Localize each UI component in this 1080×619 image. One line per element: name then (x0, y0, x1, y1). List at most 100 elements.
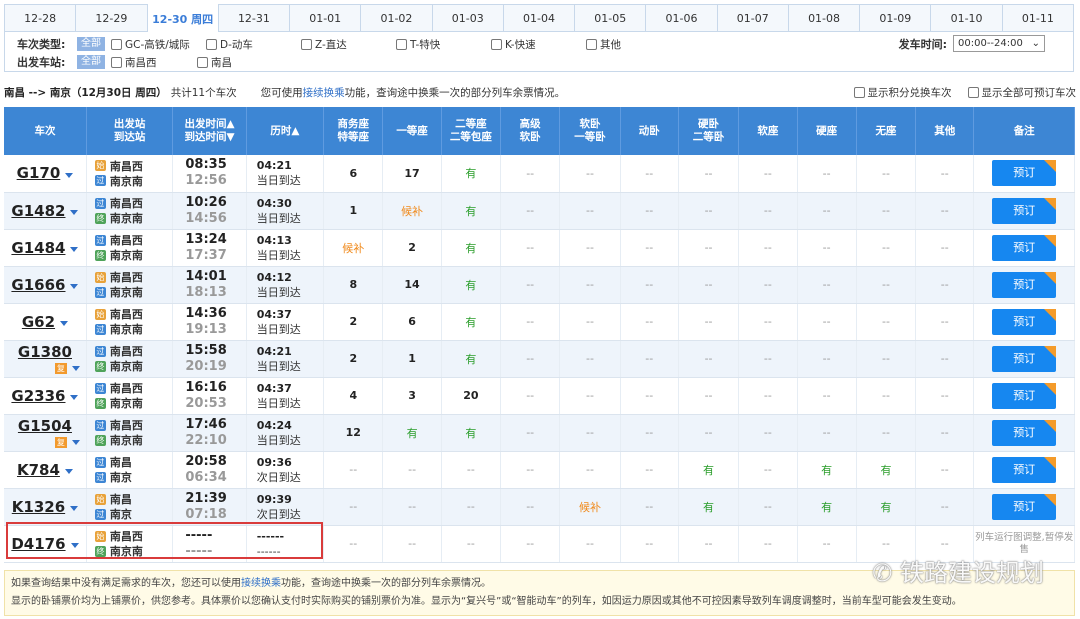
station-all-button[interactable]: 全部 (77, 55, 105, 69)
train-number-link[interactable]: G1504 (18, 417, 72, 435)
book-button[interactable]: 预订 (992, 160, 1057, 187)
train-number-link[interactable]: G170 (17, 164, 61, 182)
seat-availability[interactable]: 候补 (579, 501, 601, 514)
train-type-checkbox[interactable]: 其他 (586, 37, 646, 52)
seat-cell: -- (559, 340, 621, 378)
book-button[interactable]: 预订 (992, 308, 1057, 335)
book-button[interactable]: 预订 (992, 382, 1057, 409)
col-times[interactable]: 出发时间▲ 到达时间▼ (172, 107, 247, 155)
chevron-down-icon[interactable] (70, 395, 79, 400)
chevron-down-icon[interactable] (60, 321, 69, 326)
station-checkbox[interactable]: 南昌西 (111, 55, 187, 70)
date-tab[interactable]: 01-10 (931, 5, 1003, 31)
notice-transfer-link[interactable]: 接续换乘 (241, 578, 281, 589)
date-tab[interactable]: 12-31 (219, 5, 291, 31)
chevron-down-icon[interactable] (70, 247, 79, 252)
book-button[interactable]: 预订 (992, 345, 1057, 372)
book-button[interactable]: 预订 (992, 456, 1057, 483)
date-tab[interactable]: 01-02 (361, 5, 433, 31)
seat-availability: 有 (821, 500, 833, 514)
book-button[interactable]: 预订 (992, 419, 1057, 446)
seat-cell: -- (678, 155, 740, 193)
station-badge-icon: 终 (94, 360, 106, 372)
train-number-link[interactable]: G1380 (18, 343, 72, 361)
book-button[interactable]: 预订 (992, 234, 1057, 261)
seat-availability: -- (645, 204, 654, 217)
book-button[interactable]: 预订 (992, 197, 1057, 224)
seat-cell: -- (678, 192, 740, 230)
seat-cell: -- (559, 155, 621, 193)
seat-availability: -- (526, 537, 535, 550)
seat-cell: 有 (441, 192, 502, 230)
train-number-link[interactable]: K1326 (12, 498, 65, 516)
date-tab[interactable]: 12-30 周四 (147, 4, 219, 34)
col-duration[interactable]: 历时▲ (246, 107, 325, 155)
train-number-link[interactable]: G1482 (11, 202, 65, 220)
from-station: 南昌西 (109, 345, 143, 358)
seat-availability: -- (645, 500, 654, 513)
points-trains-checkbox[interactable]: 显示积分兑换车次 (853, 85, 952, 100)
train-cell: G1484 (4, 229, 87, 267)
bookable-trains-checkbox[interactable]: 显示全部可预订车次 (967, 85, 1076, 100)
date-tab[interactable]: 01-04 (504, 5, 576, 31)
to-station: 南京南 (109, 323, 143, 336)
col-hard-seat: 硬座 (797, 107, 857, 155)
seat-availability: -- (585, 241, 594, 254)
chevron-down-icon[interactable] (64, 469, 73, 474)
date-tab[interactable]: 01-03 (433, 5, 504, 31)
col-arr-time[interactable]: 到达时间▼ (173, 131, 245, 144)
date-tab[interactable]: 01-11 (1003, 5, 1073, 31)
date-tab[interactable]: 01-01 (290, 5, 362, 31)
date-tab[interactable]: 01-09 (860, 5, 932, 31)
duration: 04:21 (256, 159, 292, 173)
seat-availability[interactable]: 候补 (401, 205, 423, 218)
chevron-down-icon[interactable] (71, 440, 80, 445)
train-number-link[interactable]: K784 (17, 461, 60, 479)
duration: 09:39 (256, 492, 292, 506)
seat-availability: -- (704, 537, 713, 550)
date-tab[interactable]: 12-29 (76, 5, 148, 31)
station-badge-icon: 始 (94, 493, 106, 505)
transfer-link[interactable]: 接续换乘 (303, 85, 345, 100)
arrival-day: 当日到达 (256, 396, 301, 410)
times-cell: 10:26 14:56 (172, 192, 247, 230)
station-checkbox[interactable]: 南昌 (197, 55, 273, 70)
date-tab[interactable]: 01-07 (718, 5, 789, 31)
departure-time-select[interactable]: 00:00--24:00 ⌄ (953, 35, 1045, 52)
from-station: 南昌西 (109, 159, 143, 173)
date-tab[interactable]: 01-05 (575, 5, 647, 31)
train-cell: K784 (4, 451, 87, 489)
chevron-down-icon[interactable] (70, 506, 79, 511)
seat-availability: 有 (880, 463, 892, 477)
book-button[interactable]: 预订 (992, 271, 1057, 298)
date-tab[interactable]: 01-08 (789, 5, 861, 31)
col-dep-time[interactable]: 出发时间▲ (173, 118, 245, 131)
train-type-checkbox[interactable]: GC-高铁/城际 (111, 37, 196, 52)
station-badge-icon: 始 (94, 271, 106, 283)
departure-time: 10:26 (185, 194, 227, 210)
chevron-down-icon[interactable] (71, 366, 80, 371)
train-type-all-button[interactable]: 全部 (77, 37, 105, 51)
date-tab[interactable]: 12-28 (5, 5, 77, 31)
seat-cell: -- (620, 377, 679, 415)
seat-availability: -- (940, 463, 949, 476)
train-number-link[interactable]: G1484 (11, 239, 65, 257)
train-type-checkbox[interactable]: D-动车 (206, 37, 291, 52)
seat-cell: -- (738, 377, 798, 415)
train-number-link[interactable]: G1666 (11, 276, 65, 294)
train-type-checkbox[interactable]: K-快速 (491, 37, 576, 52)
chevron-down-icon[interactable] (70, 284, 79, 289)
date-tab[interactable]: 01-06 (646, 5, 718, 31)
book-button[interactable]: 预订 (992, 493, 1057, 520)
train-type-checkbox[interactable]: Z-直达 (301, 37, 386, 52)
train-number-link[interactable]: G62 (22, 313, 55, 331)
train-type-checkbox[interactable]: T-特快 (396, 37, 481, 52)
chevron-down-icon[interactable] (70, 210, 79, 215)
seat-availability: -- (822, 204, 831, 217)
seat-availability[interactable]: 候补 (342, 242, 364, 255)
chevron-down-icon[interactable] (65, 172, 74, 178)
seat-cell: -- (559, 451, 621, 489)
seat-availability: -- (585, 537, 594, 550)
train-number-link[interactable]: G2336 (11, 387, 65, 405)
seat-availability: -- (822, 352, 831, 365)
